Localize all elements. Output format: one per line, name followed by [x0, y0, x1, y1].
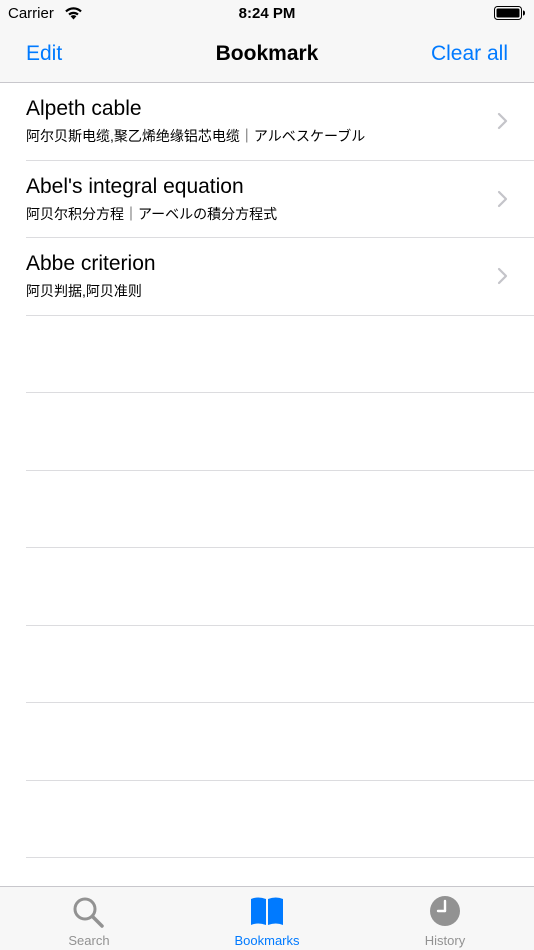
tab-bar: Search Bookmarks History [0, 886, 534, 950]
empty-row [26, 703, 534, 781]
clock-label: 8:24 PM [238, 5, 296, 22]
empty-row [26, 393, 534, 471]
clock-icon [430, 896, 460, 926]
empty-row [26, 471, 534, 548]
empty-row [26, 548, 534, 626]
tab-search-label: Search [68, 933, 110, 948]
bookmark-row[interactable]: Abbe criterion 阿贝判据,阿贝准则 [26, 238, 534, 316]
book-icon [251, 897, 283, 925]
empty-row [26, 781, 534, 858]
bookmark-row[interactable]: Alpeth cable 阿尔贝斯电缆,聚乙烯绝缘铝芯电缆｜アルベスケーブル [26, 83, 534, 161]
search-icon [73, 897, 104, 928]
bookmark-subtitle: 阿贝判据,阿贝准则 [26, 283, 142, 299]
tab-bookmarks-label: Bookmarks [234, 933, 300, 948]
chevron-right-icon [497, 190, 508, 207]
tab-history-label: History [424, 933, 466, 948]
bookmark-screen: Carrier 8:24 PM Edit Bookmark Clear all … [0, 0, 534, 950]
tab-bookmarks[interactable]: Bookmarks [178, 887, 356, 950]
bookmark-subtitle: 阿尔贝斯电缆,聚乙烯绝缘铝芯电缆｜アルベスケーブル [26, 128, 366, 144]
empty-row [26, 316, 534, 393]
navigation-bar: Edit Bookmark Clear all [0, 28, 534, 83]
chevron-right-icon [497, 267, 508, 285]
tab-history[interactable]: History [356, 887, 534, 950]
bookmark-row[interactable]: Abel's integral equation 阿贝尔积分方程｜アーベルの積分… [26, 161, 534, 238]
empty-row [26, 626, 534, 703]
bookmark-title: Alpeth cable [26, 97, 142, 120]
clear-all-button[interactable]: Clear all [431, 42, 508, 66]
tab-search[interactable]: Search [0, 887, 178, 950]
bookmark-title: Abbe criterion [26, 252, 156, 275]
bookmark-title: Abel's integral equation [26, 174, 244, 198]
chevron-right-icon [497, 112, 508, 130]
status-bar: Carrier 8:24 PM [0, 0, 534, 28]
battery-icon [494, 6, 525, 20]
bookmark-list: Alpeth cable 阿尔贝斯电缆,聚乙烯绝缘铝芯电缆｜アルベスケーブル A… [0, 83, 534, 858]
bookmark-subtitle: 阿贝尔积分方程｜アーベルの積分方程式 [26, 205, 278, 222]
